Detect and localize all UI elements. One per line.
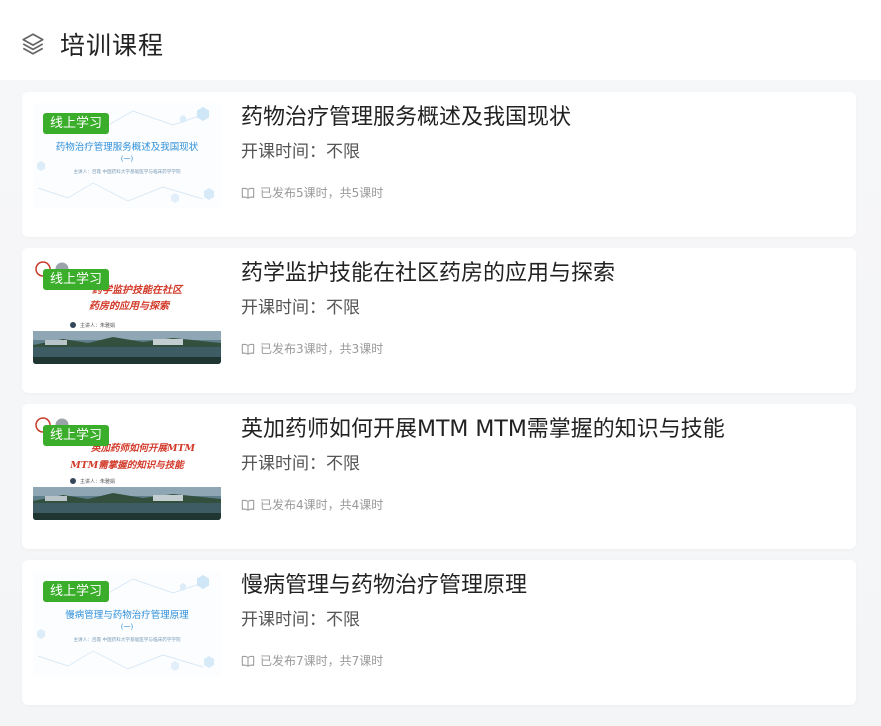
- thumb-title: 慢病管理与药物治疗管理原理: [65, 609, 189, 621]
- course-card[interactable]: 慢病管理与药物治疗管理原理 (一) 主讲人：吕霞 中国药科大学基础医学与临床药学…: [22, 560, 856, 705]
- time-label: 开课时间：: [241, 298, 326, 318]
- online-learning-badge: 线上学习: [43, 425, 110, 446]
- thumb-title: 药物治疗管理服务概述及我国现状: [56, 141, 199, 153]
- thumb-speaker: 主讲人：吕霞 中国药科大学基础医学与临床药学学院: [73, 636, 181, 643]
- thumb-line-2: MTM需掌握的知识与技能: [69, 459, 185, 471]
- course-thumbnail[interactable]: 药物治疗管理服务概述及我国现状 (一) 主讲人：吕霞 中国药科大学基础医学与临床…: [33, 103, 221, 208]
- course-time: 开课时间：不限: [241, 608, 836, 632]
- lesson-count-text: 已发布5课时，共5课时: [260, 186, 384, 200]
- lesson-count: 已发布7课时，共7课时: [241, 652, 836, 669]
- time-label: 开课时间：: [241, 142, 326, 162]
- course-title[interactable]: 慢病管理与药物治疗管理原理: [241, 570, 836, 602]
- thumb-speaker: 主讲人：朱雅娟: [80, 322, 115, 329]
- course-card[interactable]: 药学监护技能在社区 药房的应用与探索 主讲人：朱雅娟 线上学习 药学监护技能在社…: [22, 248, 856, 393]
- course-title[interactable]: 药学监护技能在社区药房的应用与探索: [241, 258, 836, 290]
- course-thumbnail[interactable]: 药学监护技能在社区 药房的应用与探索 主讲人：朱雅娟 线上学习: [33, 259, 221, 364]
- page-title: 培训课程: [60, 31, 165, 60]
- lesson-count-text: 已发布3课时，共3课时: [260, 342, 384, 356]
- book-icon: [241, 343, 255, 355]
- thumb-line-2: 药房的应用与探索: [89, 300, 171, 312]
- time-value: 不限: [326, 298, 360, 318]
- time-value: 不限: [326, 142, 360, 162]
- page-header: 培训课程: [0, 0, 881, 88]
- lesson-count: 已发布4课时，共4课时: [241, 496, 836, 513]
- book-icon: [241, 655, 255, 667]
- lesson-count-text: 已发布4课时，共4课时: [260, 498, 384, 512]
- thumb-speaker: 主讲人：朱雅娟: [80, 478, 115, 485]
- layers-icon: [22, 33, 44, 55]
- course-thumbnail[interactable]: 慢病管理与药物治疗管理原理 (一) 主讲人：吕霞 中国药科大学基础医学与临床药学…: [33, 571, 221, 676]
- online-learning-badge: 线上学习: [43, 113, 110, 134]
- time-value: 不限: [326, 454, 360, 474]
- online-learning-badge: 线上学习: [43, 581, 110, 602]
- thumb-subtitle: (一): [121, 623, 134, 631]
- course-card[interactable]: 药物治疗管理服务概述及我国现状 (一) 主讲人：吕霞 中国药科大学基础医学与临床…: [22, 92, 856, 237]
- course-card[interactable]: 英加药师如何开展MTM MTM需掌握的知识与技能 主讲人：朱雅娟 线上学习 英加…: [22, 404, 856, 549]
- thumb-speaker: 主讲人：吕霞 中国药科大学基础医学与临床药学学院: [73, 168, 181, 175]
- course-thumbnail[interactable]: 英加药师如何开展MTM MTM需掌握的知识与技能 主讲人：朱雅娟 线上学习: [33, 415, 221, 520]
- lesson-count-text: 已发布7课时，共7课时: [260, 654, 384, 668]
- thumb-subtitle: (一): [121, 155, 134, 163]
- time-label: 开课时间：: [241, 454, 326, 474]
- course-time: 开课时间：不限: [241, 296, 836, 320]
- online-learning-badge: 线上学习: [43, 269, 110, 290]
- course-time: 开课时间：不限: [241, 140, 836, 164]
- course-list: 药物治疗管理服务概述及我国现状 (一) 主讲人：吕霞 中国药科大学基础医学与临床…: [0, 80, 881, 726]
- lesson-count: 已发布3课时，共3课时: [241, 340, 836, 357]
- course-time: 开课时间：不限: [241, 452, 836, 476]
- course-title[interactable]: 英加药师如何开展MTM MTM需掌握的知识与技能: [241, 414, 836, 446]
- book-icon: [241, 499, 255, 511]
- course-title[interactable]: 药物治疗管理服务概述及我国现状: [241, 102, 836, 134]
- time-value: 不限: [326, 610, 360, 630]
- time-label: 开课时间：: [241, 610, 326, 630]
- book-icon: [241, 187, 255, 199]
- lesson-count: 已发布5课时，共5课时: [241, 184, 836, 201]
